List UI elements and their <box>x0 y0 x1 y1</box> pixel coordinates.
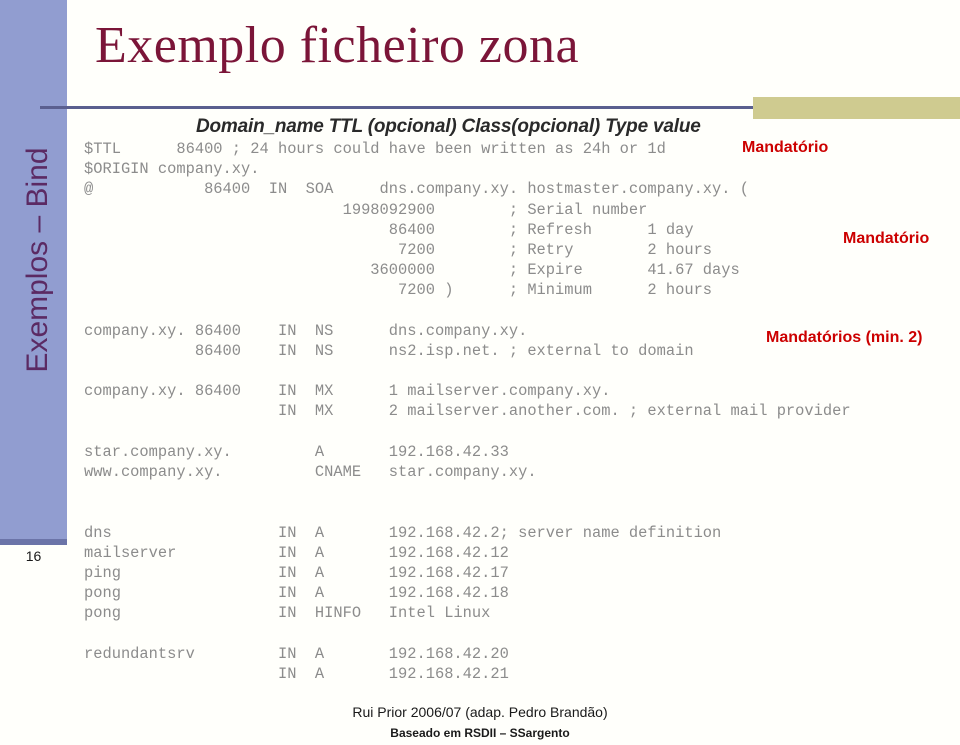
zone-file-listing: $TTL 86400 ; 24 hours could have been wr… <box>84 139 851 684</box>
zone-file-line: pong IN HINFO Intel Linux <box>84 604 491 623</box>
callout-mandatory-soa: Mandatório <box>843 230 930 247</box>
zone-file-line: pong IN A 192.168.42.18 <box>84 584 509 603</box>
zone-file-line <box>84 502 851 522</box>
zone-file-line <box>84 482 851 502</box>
slide-canvas: Exemplos – Bind 16 Exemplo ficheiro zona… <box>0 0 960 745</box>
decorative-khaki-block <box>753 97 960 119</box>
zone-file-line <box>84 422 851 442</box>
zone-file-line: star.company.xy. A 192.168.42.33 <box>84 442 509 461</box>
zone-file-line: mailserver IN A 192.168.42.12 <box>84 543 509 562</box>
callout-mandatory-ttl: Mandatório <box>742 139 829 156</box>
zone-file-line: www.company.xy. CNAME star.company.xy. <box>84 463 537 481</box>
sidebar-band-shadow <box>0 539 67 545</box>
zone-file-line: @ 86400 IN SOA dns.company.xy. hostmaste… <box>84 180 749 199</box>
zone-file-line <box>84 361 851 381</box>
zone-file-line <box>84 624 851 644</box>
zone-file-line: ping IN A 192.168.42.17 <box>84 563 509 582</box>
zone-file-line: company.xy. 86400 IN NS dns.company.xy. <box>84 321 528 340</box>
zone-file-line: redundantsrv IN A 192.168.42.20 <box>84 644 509 663</box>
zone-file-line: 7200 ) ; Minimum 2 hours <box>84 281 713 300</box>
zone-file-line: 86400 IN NS ns2.isp.net. ; external to d… <box>84 341 694 360</box>
zone-file-line: IN A 192.168.42.21 <box>84 664 509 683</box>
zone-file-line: 1998092900 ; Serial number <box>84 200 648 219</box>
record-format-header: Domain_name TTL (opcional) Class(opciona… <box>196 116 701 137</box>
zone-file-line: $TTL 86400 ; 24 hours could have been wr… <box>84 140 666 158</box>
zone-file-line: 7200 ; Retry 2 hours <box>84 240 713 259</box>
zone-file-line <box>84 301 851 321</box>
page-title: Exemplo ficheiro zona <box>95 17 580 74</box>
slide-number: 16 <box>25 548 42 564</box>
footer-source: Baseado em RSDII – SSargento <box>390 726 570 740</box>
zone-file-line: 3600000 ; Expire 41.67 days <box>84 261 740 280</box>
footer-author: Rui Prior 2006/07 (adap. Pedro Brandão) <box>352 704 608 720</box>
zone-file-line: dns IN A 192.168.42.2; server name defin… <box>84 523 722 542</box>
zone-file-line: $ORIGIN company.xy. <box>84 160 260 179</box>
zone-file-line: 86400 ; Refresh 1 day <box>84 220 694 239</box>
callout-mandatory-ns: Mandatórios (min. 2) <box>766 329 923 346</box>
zone-file-line: IN MX 2 mailserver.another.com. ; extern… <box>84 402 851 421</box>
zone-file-line: company.xy. 86400 IN MX 1 mailserver.com… <box>84 382 611 401</box>
